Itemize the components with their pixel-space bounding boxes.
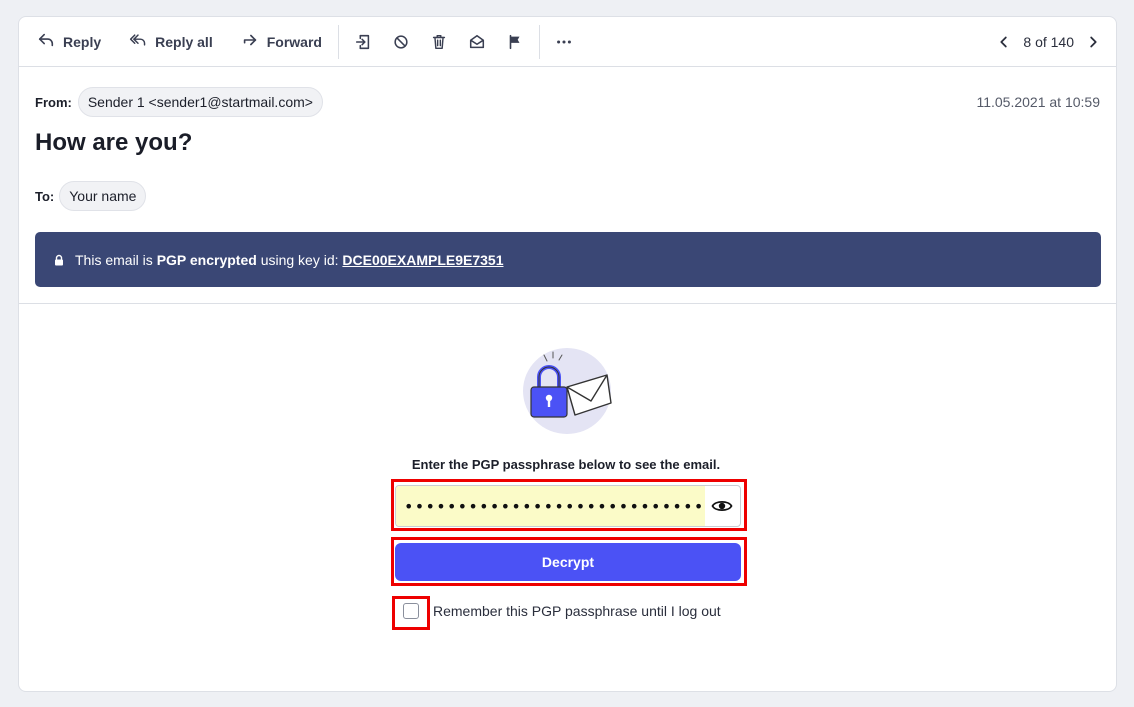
reply-all-label: Reply all bbox=[155, 33, 213, 50]
email-view: Reply Reply all Forward 8 of 140 From: S… bbox=[18, 16, 1117, 692]
banner-prefix: This email is bbox=[75, 251, 153, 268]
pager-count: 8 of 140 bbox=[1023, 33, 1074, 50]
forward-label: Forward bbox=[266, 33, 322, 50]
flag-icon bbox=[509, 34, 520, 49]
more-icon bbox=[557, 39, 571, 44]
forward-icon bbox=[241, 31, 259, 52]
toolbar-divider bbox=[538, 24, 540, 59]
eye-icon bbox=[711, 500, 733, 512]
chevron-right-icon bbox=[1090, 36, 1097, 47]
decrypt-button[interactable]: Decrypt bbox=[395, 543, 741, 581]
remember-label: Remember this PGP passphrase until I log… bbox=[433, 603, 721, 619]
forward-button[interactable]: Forward bbox=[233, 25, 330, 59]
delete-button[interactable] bbox=[423, 25, 455, 59]
banner-text: This email is PGP encrypted using key id… bbox=[75, 252, 504, 268]
move-icon bbox=[355, 34, 370, 49]
from-label: From: bbox=[35, 94, 72, 110]
from-row: From: Sender 1 <sender1@startmail.com> bbox=[35, 87, 323, 117]
header-divider bbox=[19, 303, 1116, 304]
encrypted-mail-illustration bbox=[523, 348, 612, 434]
recipient-chip[interactable]: Your name bbox=[59, 181, 147, 211]
envelope-open-icon bbox=[469, 34, 485, 48]
reply-all-icon bbox=[129, 31, 147, 52]
pager: 8 of 140 bbox=[991, 25, 1106, 59]
reply-all-button[interactable]: Reply all bbox=[121, 25, 221, 59]
remember-row: Remember this PGP passphrase until I log… bbox=[403, 603, 721, 619]
mark-read-button[interactable] bbox=[461, 25, 493, 59]
lock-icon bbox=[55, 254, 63, 265]
trash-icon bbox=[432, 34, 446, 49]
flag-button[interactable] bbox=[499, 25, 531, 59]
banner-middle: using key id: bbox=[260, 251, 339, 268]
passphrase-input[interactable]: •••••••••••••••••••••••••••• bbox=[396, 486, 705, 526]
sender-chip[interactable]: Sender 1 <sender1@startmail.com> bbox=[77, 87, 323, 117]
show-password-button[interactable] bbox=[705, 486, 740, 526]
email-subject: How are you? bbox=[35, 129, 193, 156]
to-row: To: Your name bbox=[35, 181, 147, 211]
reply-label: Reply bbox=[63, 33, 102, 50]
toolbar-divider bbox=[337, 24, 339, 59]
more-options-button[interactable] bbox=[548, 25, 580, 59]
block-sender-button[interactable] bbox=[385, 25, 417, 59]
previous-email-button[interactable] bbox=[991, 25, 1017, 59]
block-icon bbox=[394, 34, 408, 49]
chevron-left-icon bbox=[1000, 36, 1008, 47]
reply-button[interactable]: Reply bbox=[29, 25, 109, 59]
next-email-button[interactable] bbox=[1080, 25, 1106, 59]
banner-bold: PGP encrypted bbox=[156, 251, 257, 268]
passphrase-prompt: Enter the PGP passphrase below to see th… bbox=[411, 457, 721, 472]
move-to-folder-button[interactable] bbox=[347, 25, 379, 59]
to-label: To: bbox=[35, 188, 55, 204]
pgp-encrypted-banner: This email is PGP encrypted using key id… bbox=[35, 232, 1101, 287]
reply-icon bbox=[37, 31, 55, 52]
key-id-link[interactable]: DCE00EXAMPLE9E7351 bbox=[342, 252, 503, 268]
toolbar: Reply Reply all Forward 8 of 140 bbox=[19, 17, 1116, 67]
email-date: 11.05.2021 at 10:59 bbox=[976, 94, 1100, 110]
passphrase-field: •••••••••••••••••••••••••••• bbox=[395, 485, 741, 527]
remember-passphrase-checkbox[interactable] bbox=[403, 603, 419, 619]
